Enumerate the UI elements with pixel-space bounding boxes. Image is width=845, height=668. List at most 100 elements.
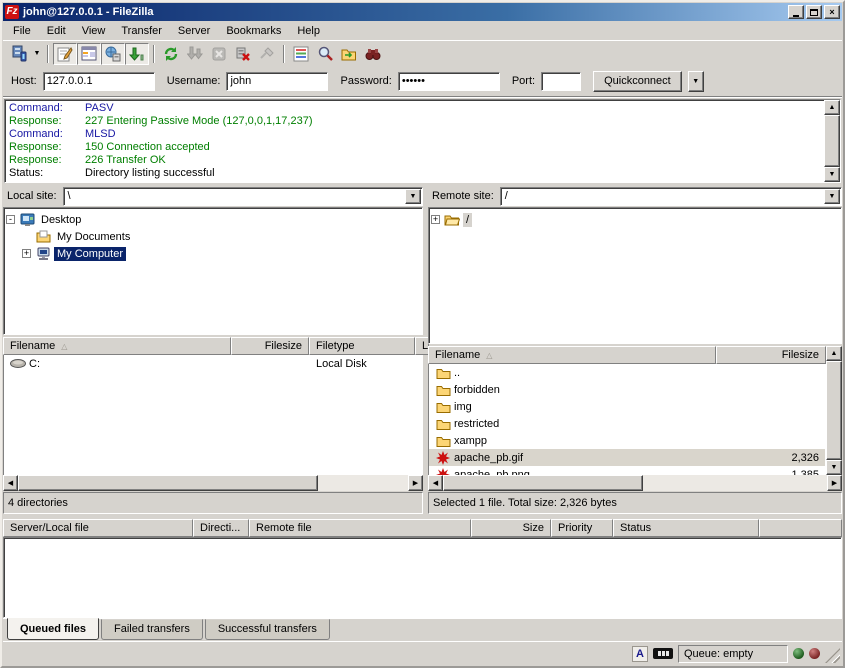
file-search-button[interactable] [313,43,337,65]
scroll-up-button[interactable]: ▲ [826,346,842,361]
tree-item-desktop[interactable]: - Desktop [6,211,420,228]
minimize-icon [793,15,799,17]
username-input[interactable] [226,72,328,91]
my-documents-icon [35,230,51,243]
cancel-operation-button[interactable] [207,43,231,65]
quickconnect-dropdown[interactable]: ▼ [688,71,704,92]
local-site-combo[interactable]: \ ▼ [63,187,423,206]
site-manager-button[interactable] [7,43,31,65]
scroll-down-button[interactable]: ▼ [826,460,842,475]
menu-edit[interactable]: Edit [39,23,74,39]
file-row[interactable]: forbidden [429,381,825,398]
message-log-icon [57,46,73,62]
column-header-filetype[interactable]: Filetype [309,337,415,355]
scroll-up-button[interactable]: ▲ [824,100,840,115]
scrollbar-thumb[interactable] [824,115,840,167]
port-label: Port: [512,75,535,87]
menu-bookmarks[interactable]: Bookmarks [218,23,289,39]
close-button[interactable]: × [824,5,840,19]
transfer-queue-icon [129,46,145,62]
toggle-transfer-queue-button[interactable] [125,43,149,65]
toggle-local-tree-button[interactable] [77,43,101,65]
queue-body[interactable] [3,537,842,618]
combo-dropdown-button[interactable]: ▼ [405,189,421,204]
recv-activity-led [793,648,804,659]
toolbar-separator [153,45,155,63]
tree-item-my-documents[interactable]: My Documents [22,228,420,245]
title-bar[interactable]: Fz john@127.0.0.1 - FileZilla × [3,3,842,21]
column-header-filesize[interactable]: Filesize [231,337,309,355]
file-row[interactable]: .. [429,364,825,381]
menu-view[interactable]: View [74,23,114,39]
menu-help[interactable]: Help [289,23,328,39]
tab-queued-files[interactable]: Queued files [7,618,99,640]
scrollbar-thumb[interactable] [443,475,643,491]
column-header-remote-file[interactable]: Remote file [249,519,471,537]
remote-site-combo[interactable]: / ▼ [500,187,842,206]
column-header-size[interactable]: Size [471,519,551,537]
tree-item-root[interactable]: + / [431,211,839,228]
filter-button[interactable] [289,43,313,65]
process-queue-button[interactable] [183,43,207,65]
menu-server[interactable]: Server [170,23,218,39]
combo-dropdown-button[interactable]: ▼ [824,189,840,204]
file-row[interactable]: C: Local Disk [4,355,422,372]
log-scrollbar[interactable]: ▲ ▼ [824,100,840,182]
menu-file[interactable]: File [5,23,39,39]
file-row[interactable]: img [429,398,825,415]
column-header-server-local-file[interactable]: Server/Local file [3,519,193,537]
reconnect-button[interactable] [255,43,279,65]
file-row[interactable]: apache_pb.png 1,385 [429,466,825,475]
scroll-down-button[interactable]: ▼ [824,167,840,182]
minimize-button[interactable] [788,5,804,19]
refresh-button[interactable] [159,43,183,65]
scrollbar-thumb[interactable] [18,475,318,491]
site-manager-dropdown[interactable]: ▼ [31,43,43,65]
remote-hscrollbar[interactable]: ◀ ▶ [428,475,842,491]
scroll-left-button[interactable]: ◀ [428,475,443,491]
scroll-left-button[interactable]: ◀ [3,475,18,491]
file-row[interactable]: xampp [429,432,825,449]
remote-site-row: Remote site: / ▼ [428,186,842,206]
remote-tree-icon [105,46,121,62]
remote-file-list: .. forbidden img restricted [428,364,826,475]
file-row[interactable]: restricted [429,415,825,432]
tree-item-my-computer[interactable]: + My Computer [22,245,420,262]
close-icon: × [829,8,834,17]
local-hscrollbar[interactable]: ◀ ▶ [3,475,423,491]
menu-transfer[interactable]: Transfer [113,23,170,39]
column-header-filename[interactable]: Filename△ [428,346,716,364]
column-header-priority[interactable]: Priority [551,519,613,537]
dropdown-icon: ▼ [34,50,41,57]
expand-expander[interactable]: + [22,249,31,258]
scroll-right-button[interactable]: ▶ [827,475,842,491]
synchronized-browsing-icon [341,46,357,62]
column-header-filesize[interactable]: Filesize [716,346,826,364]
quickconnect-button[interactable]: Quickconnect [593,71,682,92]
password-input[interactable] [398,72,500,91]
separator [3,96,842,98]
expand-expander[interactable]: + [431,215,440,224]
scrollbar-thumb[interactable] [826,361,842,460]
column-header-status[interactable]: Status [613,519,759,537]
remote-vscrollbar[interactable]: ▲ ▼ [826,346,842,475]
host-input[interactable] [43,72,155,91]
collapse-expander[interactable]: - [6,215,15,224]
file-row-selected[interactable]: apache_pb.gif 2,326 [429,449,825,466]
maximize-icon [810,9,818,16]
toggle-remote-tree-button[interactable] [101,43,125,65]
message-log: Command:PASV Response:227 Entering Passi… [4,99,841,183]
tab-successful-transfers[interactable]: Successful transfers [205,619,330,640]
column-header-filename[interactable]: Filename△ [3,337,231,355]
port-input[interactable] [541,72,581,91]
scroll-right-button[interactable]: ▶ [408,475,423,491]
maximize-button[interactable] [806,5,822,19]
disconnect-button[interactable] [231,43,255,65]
tab-failed-transfers[interactable]: Failed transfers [101,619,203,640]
directory-comparison-button[interactable] [361,43,385,65]
column-header-direction[interactable]: Directi... [193,519,249,537]
filezilla-window: Fz john@127.0.0.1 - FileZilla × File Edi… [0,0,845,668]
synchronized-browsing-button[interactable] [337,43,361,65]
toggle-message-log-button[interactable] [53,43,77,65]
resize-grip[interactable] [825,648,840,663]
